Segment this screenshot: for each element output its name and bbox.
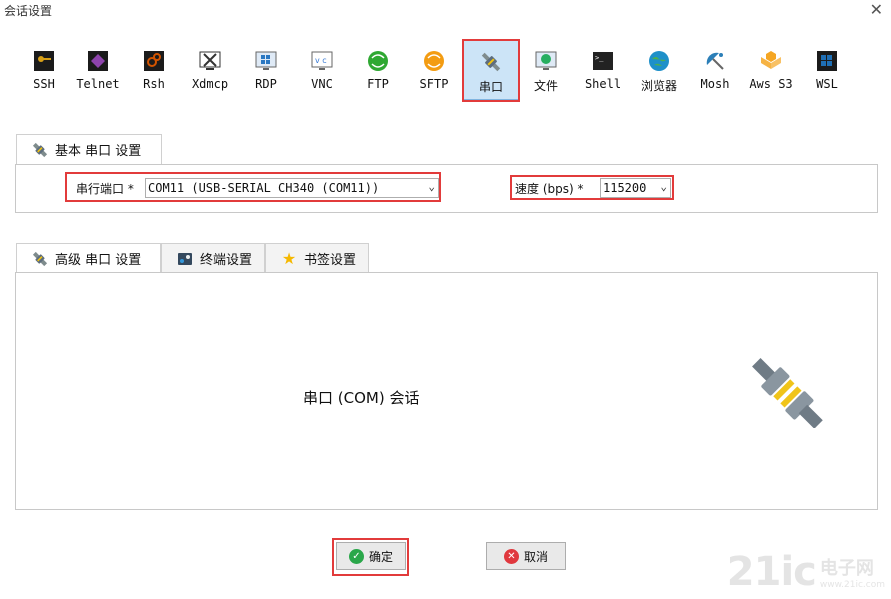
protocol-ssh[interactable]: SSH bbox=[16, 40, 72, 100]
tab-basic-label: 基本 串口 设置 bbox=[55, 144, 142, 159]
star-icon: ★ bbox=[281, 249, 297, 268]
terminal-settings-icon bbox=[176, 250, 194, 268]
watermark-cn: 电子网 bbox=[819, 558, 874, 579]
protocol-串口[interactable]: 串口 bbox=[463, 40, 519, 100]
speed-select[interactable]: 115200 ⌄ bbox=[600, 178, 671, 198]
key-icon bbox=[32, 49, 56, 73]
rdp-icon bbox=[254, 49, 278, 73]
protocol-label: 浏览器 bbox=[640, 79, 677, 93]
protocol-label: VNC bbox=[311, 77, 333, 91]
protocol-xdmcp[interactable]: Xdmcp bbox=[182, 40, 238, 100]
protocol-rdp[interactable]: RDP bbox=[238, 40, 294, 100]
shell-icon: >_ bbox=[591, 49, 615, 73]
tab-bookmark-label: 书签设置 bbox=[304, 253, 357, 268]
protocol-ftp[interactable]: FTP bbox=[350, 40, 406, 100]
rsh-icon bbox=[142, 49, 166, 73]
ftp-icon bbox=[366, 49, 390, 73]
mosh-satellite-icon bbox=[703, 49, 727, 73]
cancel-label: 取消 bbox=[523, 549, 548, 564]
tab-bookmark-settings[interactable]: ★ 书签设置 bbox=[265, 243, 369, 273]
serial-port-label: 串行端口 * bbox=[76, 182, 134, 196]
serial-plug-icon bbox=[479, 50, 503, 74]
tab-advanced-serial-settings[interactable]: 高级 串口 设置 bbox=[16, 243, 161, 273]
aws-s3-icon bbox=[759, 49, 783, 73]
protocol-label: Aws S3 bbox=[749, 77, 793, 91]
protocol-label: Shell bbox=[584, 77, 622, 91]
browser-globe-icon bbox=[647, 49, 671, 73]
tab-terminal-label: 终端设置 bbox=[200, 253, 253, 268]
vnc-icon: v c bbox=[310, 49, 334, 73]
cancel-x-icon: ✕ bbox=[503, 548, 519, 564]
protocol-wsl[interactable]: WSL bbox=[799, 40, 855, 100]
close-icon[interactable]: ✕ bbox=[870, 0, 883, 19]
watermark-logo: 21ic 电子网 www.21ic.com bbox=[727, 549, 885, 595]
svg-text:>_: >_ bbox=[595, 54, 604, 62]
serial-plug-icon bbox=[31, 141, 49, 159]
protocol-aws-s3[interactable]: Aws S3 bbox=[743, 40, 799, 100]
protocol-rsh[interactable]: Rsh bbox=[126, 40, 182, 100]
protocol-文件[interactable]: 文件 bbox=[518, 40, 574, 100]
check-icon: ✓ bbox=[348, 548, 364, 564]
serial-port-value: COM11 (USB-SERIAL CH340 (COM11)) bbox=[148, 181, 380, 195]
speed-label: 速度 (bps) * bbox=[515, 182, 584, 196]
tab-advanced-label: 高级 串口 设置 bbox=[55, 253, 142, 268]
protocol-label: 串口 bbox=[478, 80, 503, 94]
wsl-windows-icon bbox=[815, 49, 839, 73]
serial-plug-icon bbox=[31, 250, 49, 268]
ok-button[interactable]: ✓ 确定 bbox=[336, 542, 406, 570]
protocol-telnet[interactable]: Telnet bbox=[70, 40, 126, 100]
protocol-label: Xdmcp bbox=[191, 77, 229, 91]
watermark-big: 21ic bbox=[726, 549, 817, 595]
protocol-label: SFTP bbox=[419, 77, 449, 91]
serial-port-select[interactable]: COM11 (USB-SERIAL CH340 (COM11)) ⌄ bbox=[145, 178, 439, 198]
speed-value: 115200 bbox=[603, 181, 647, 195]
tab-basic-serial-settings[interactable]: 基本 串口 设置 bbox=[16, 134, 162, 164]
protocol-sftp[interactable]: SFTP bbox=[406, 40, 462, 100]
chevron-down-icon: ⌄ bbox=[660, 180, 667, 193]
cancel-button[interactable]: ✕ 取消 bbox=[486, 542, 566, 570]
telnet-icon bbox=[86, 49, 110, 73]
protocol-label: Rsh bbox=[143, 77, 165, 91]
file-icon bbox=[534, 49, 558, 73]
protocol-mosh[interactable]: Mosh bbox=[687, 40, 743, 100]
protocol-shell[interactable]: >_ Shell bbox=[575, 40, 631, 100]
protocol-vnc[interactable]: v c VNC bbox=[294, 40, 350, 100]
protocol-label: RDP bbox=[255, 77, 277, 91]
protocol-label: 文件 bbox=[533, 79, 558, 93]
watermark-url: www.21ic.com bbox=[819, 580, 885, 590]
serial-plug-illustration-icon bbox=[746, 356, 826, 432]
protocol-浏览器[interactable]: 浏览器 bbox=[631, 40, 687, 100]
protocol-label: FTP bbox=[367, 77, 389, 91]
xdmcp-icon bbox=[198, 49, 222, 73]
session-description: 串口 (COM) 会话 bbox=[303, 389, 420, 407]
window-title: 会话设置 bbox=[4, 4, 53, 18]
tab-terminal-settings[interactable]: 终端设置 bbox=[161, 243, 265, 273]
svg-text:v c: v c bbox=[315, 56, 327, 65]
protocol-label: Mosh bbox=[700, 77, 730, 91]
protocol-label: WSL bbox=[816, 77, 838, 91]
protocol-label: SSH bbox=[33, 77, 55, 91]
chevron-down-icon: ⌄ bbox=[428, 180, 435, 193]
protocol-label: Telnet bbox=[76, 77, 120, 91]
sftp-icon bbox=[422, 49, 446, 73]
ok-label: 确定 bbox=[368, 549, 393, 564]
